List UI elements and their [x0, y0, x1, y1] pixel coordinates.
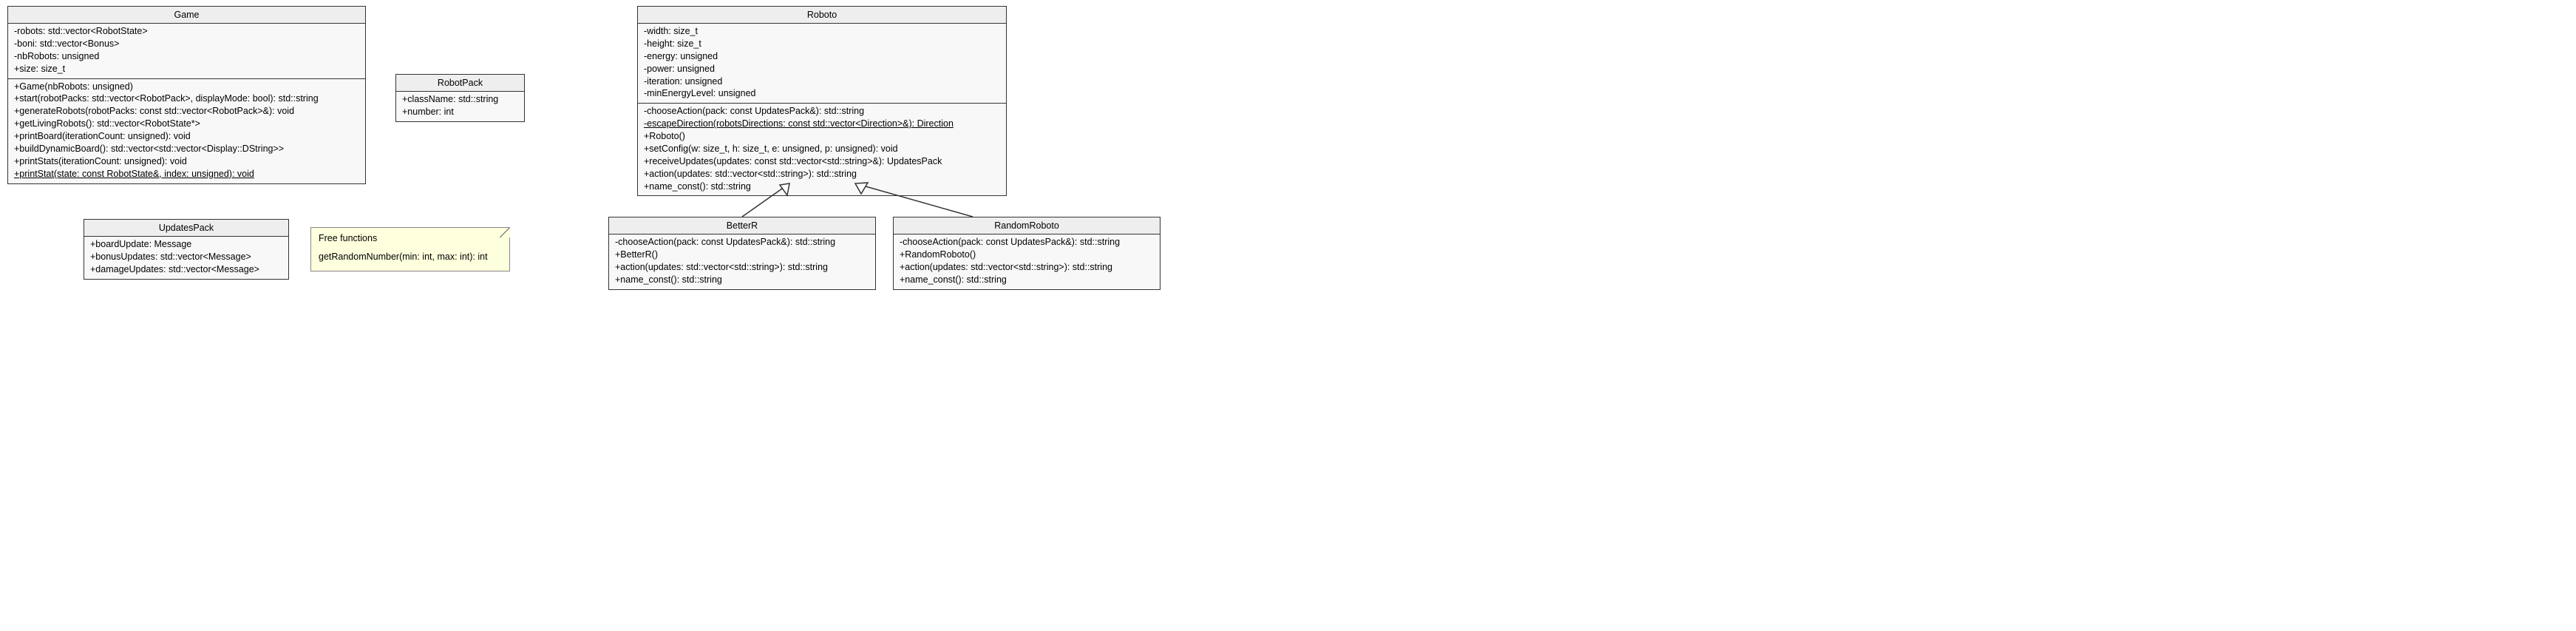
attr: +size: size_t: [14, 63, 359, 75]
class-randomroboto-ops: -chooseAction(pack: const UpdatesPack&):…: [894, 234, 1160, 289]
attr: +number: int: [402, 106, 518, 118]
class-betterr: BetterR -chooseAction(pack: const Update…: [608, 217, 876, 290]
class-game-attrs: -robots: std::vector<RobotState> -boni: …: [8, 24, 365, 79]
class-game: Game -robots: std::vector<RobotState> -b…: [7, 6, 366, 184]
class-roboto: Roboto -width: size_t -height: size_t -e…: [637, 6, 1007, 196]
attr: +boardUpdate: Message: [90, 238, 282, 251]
attr: -boni: std::vector<Bonus>: [14, 38, 359, 50]
class-updatespack-attrs: +boardUpdate: Message +bonusUpdates: std…: [84, 237, 288, 279]
class-updatespack-title: UpdatesPack: [84, 220, 288, 237]
op: +printBoard(iterationCount: unsigned): v…: [14, 130, 359, 143]
attr: -nbRobots: unsigned: [14, 50, 359, 63]
class-betterr-ops: -chooseAction(pack: const UpdatesPack&):…: [609, 234, 875, 289]
note-fold-icon: [500, 227, 510, 237]
note-body: getRandomNumber(min: int, max: int): int: [319, 251, 502, 263]
op: +action(updates: std::vector<std::string…: [615, 261, 869, 274]
class-robotpack: RobotPack +className: std::string +numbe…: [395, 74, 525, 122]
attr: -power: unsigned: [644, 63, 1000, 75]
op: +receiveUpdates(updates: const std::vect…: [644, 155, 1000, 168]
inheritance-connectors: [0, 0, 2576, 631]
class-randomroboto-title: RandomRoboto: [894, 217, 1160, 234]
attr: +bonusUpdates: std::vector<Message>: [90, 251, 282, 263]
class-roboto-title: Roboto: [638, 7, 1006, 24]
op: -chooseAction(pack: const UpdatesPack&):…: [644, 105, 1000, 118]
op: +buildDynamicBoard(): std::vector<std::v…: [14, 143, 359, 155]
attr: -iteration: unsigned: [644, 75, 1000, 88]
class-updatespack: UpdatesPack +boardUpdate: Message +bonus…: [84, 219, 289, 280]
attr: -minEnergyLevel: unsigned: [644, 87, 1000, 100]
op: +name_const(): std::string: [615, 274, 869, 286]
class-roboto-attrs: -width: size_t -height: size_t -energy: …: [638, 24, 1006, 104]
class-game-ops: +Game(nbRobots: unsigned) +start(robotPa…: [8, 79, 365, 183]
attr: -energy: unsigned: [644, 50, 1000, 63]
class-robotpack-attrs: +className: std::string +number: int: [396, 92, 524, 121]
attr: +damageUpdates: std::vector<Message>: [90, 263, 282, 276]
op: +getLivingRobots(): std::vector<RobotSta…: [14, 118, 359, 130]
op: +name_const(): std::string: [900, 274, 1154, 286]
op: +RandomRoboto(): [900, 249, 1154, 261]
attr: -width: size_t: [644, 25, 1000, 38]
attr: -height: size_t: [644, 38, 1000, 50]
note-free-functions: Free functions getRandomNumber(min: int,…: [310, 227, 510, 271]
op: +Roboto(): [644, 130, 1000, 143]
class-roboto-ops: -chooseAction(pack: const UpdatesPack&):…: [638, 104, 1006, 195]
op: +action(updates: std::vector<std::string…: [900, 261, 1154, 274]
op: -chooseAction(pack: const UpdatesPack&):…: [900, 236, 1154, 249]
attr: -robots: std::vector<RobotState>: [14, 25, 359, 38]
op: +BetterR(): [615, 249, 869, 261]
op: +generateRobots(robotPacks: const std::v…: [14, 105, 359, 118]
class-betterr-title: BetterR: [609, 217, 875, 234]
op: +printStats(iterationCount: unsigned): v…: [14, 155, 359, 168]
op: +name_const(): std::string: [644, 180, 1000, 193]
op: +setConfig(w: size_t, h: size_t, e: unsi…: [644, 143, 1000, 155]
op-static: -escapeDirection(robotsDirections: const…: [644, 118, 1000, 130]
class-game-title: Game: [8, 7, 365, 24]
op-static: +printStat(state: const RobotState&, ind…: [14, 168, 359, 180]
class-robotpack-title: RobotPack: [396, 75, 524, 92]
note-title: Free functions: [319, 232, 502, 245]
attr: +className: std::string: [402, 93, 518, 106]
op: +start(robotPacks: std::vector<RobotPack…: [14, 92, 359, 105]
op: +Game(nbRobots: unsigned): [14, 81, 359, 93]
class-randomroboto: RandomRoboto -chooseAction(pack: const U…: [893, 217, 1160, 290]
op: -chooseAction(pack: const UpdatesPack&):…: [615, 236, 869, 249]
op: +action(updates: std::vector<std::string…: [644, 168, 1000, 180]
